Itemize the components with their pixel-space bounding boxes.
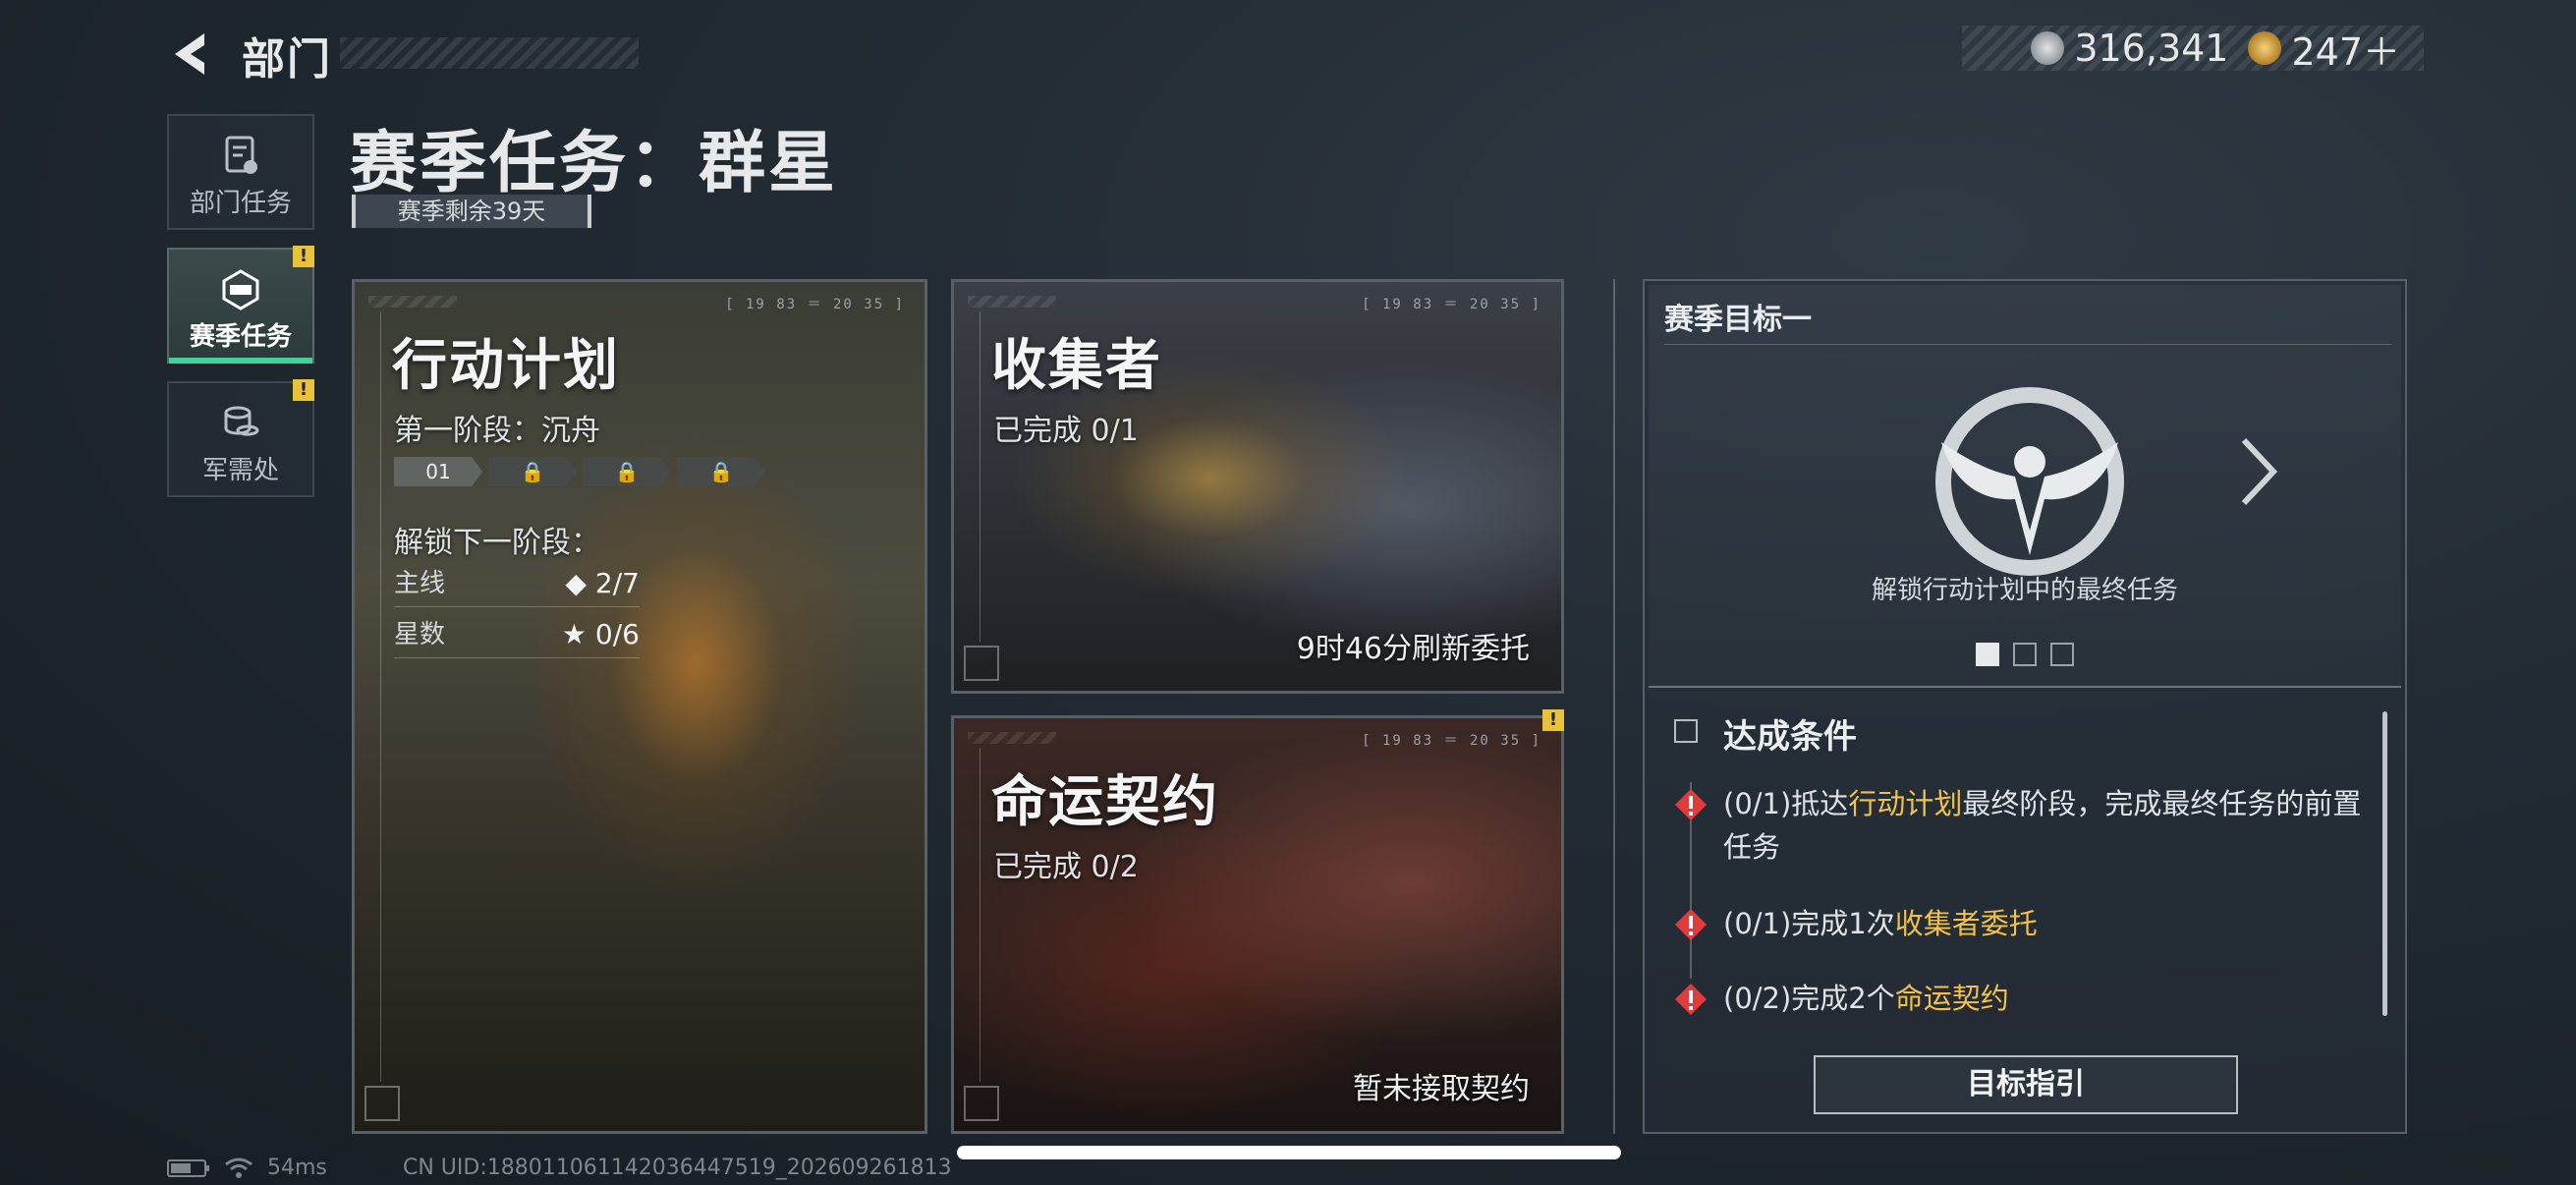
expand-corner-icon — [964, 646, 999, 681]
card-title: 行动计划 — [392, 334, 620, 398]
back-arrow-icon — [175, 33, 204, 75]
phase-label: 第一阶段：沉舟 — [394, 414, 600, 448]
page-title: 赛季任务：群星 — [350, 125, 839, 202]
gold-amount: 247＋ — [2291, 29, 2400, 74]
active-indicator — [169, 358, 312, 364]
card-decoration — [968, 732, 1056, 744]
goal-pagination — [1649, 643, 2401, 666]
expand-corner-icon — [364, 1086, 400, 1121]
condition-prefix: (0/2)完成2个 — [1723, 982, 1895, 1015]
conditions-title: 达成条件 — [1723, 717, 1857, 757]
season-remaining: 赛季剩余39天 — [352, 195, 591, 228]
stage-locked: 🔒 — [677, 457, 765, 486]
currency-bar: 316,341 247＋ — [1962, 26, 2424, 74]
lock-icon: 🔒 — [614, 460, 640, 483]
card-decoration — [968, 296, 1056, 308]
alert-badge-icon: ! — [1542, 709, 1564, 731]
condition-prefix: (0/1)抵达 — [1723, 787, 1849, 820]
conditions-scrollbar[interactable] — [2382, 711, 2387, 1016]
stage-locked: 🔒 — [488, 457, 577, 486]
action-plan-card[interactable]: [ 19 83 ＝ 20 35 ] 行动计划 第一阶段：沉舟 01 🔒 🔒 🔒 … — [352, 279, 927, 1134]
stat-value: ◆ 2/7 — [565, 567, 641, 599]
nav-department-tasks[interactable]: 部门任务 — [167, 114, 314, 230]
coins-stack-icon — [224, 406, 259, 436]
card-title: 收集者 — [991, 334, 1162, 398]
card-guide-line — [380, 311, 381, 1082]
card-title: 命运契约 — [991, 770, 1219, 834]
wifi-icon — [225, 1157, 252, 1178]
condition-highlight: 命运契约 — [1894, 982, 2009, 1015]
page-dot[interactable] — [2013, 643, 2037, 666]
card-decoration — [368, 296, 457, 308]
stat-stars: 星数 ★ 0/6 — [394, 614, 640, 658]
warning-diamond-icon — [1675, 909, 1707, 940]
condition-item: (0/1)抵达行动计划最终阶段，完成最终任务的前置任务 — [1674, 782, 2362, 869]
goal-description: 解锁行动计划中的最终任务 — [1871, 576, 2178, 605]
stat-value: ★ 0/6 — [561, 618, 640, 650]
contract-status: 暂未接取契约 — [1353, 1072, 1530, 1106]
page-dot[interactable] — [2050, 643, 2074, 666]
lock-icon: 🔒 — [708, 460, 734, 483]
refresh-timer: 9时46分刷新委托 — [1296, 632, 1530, 666]
alert-badge-icon: ! — [293, 379, 314, 401]
fate-contract-card[interactable]: [ 19 83 ＝ 20 35 ] 命运契约 已完成 0/2 暂未接取契约 — [951, 715, 1564, 1134]
warning-diamond-icon — [1675, 984, 1707, 1015]
condition-prefix: (0/1)完成1次 — [1723, 907, 1895, 940]
silver-amount: 316,341 — [2074, 27, 2229, 70]
card-code: [ 19 83 ＝ 20 35 ] — [1362, 297, 1541, 312]
gold-coin-icon — [2248, 31, 2282, 65]
stat-main-line: 主线 ◆ 2/7 — [394, 563, 640, 607]
heading-divider — [1664, 344, 2391, 345]
condition-highlight: 收集者委托 — [1894, 907, 2038, 940]
collector-card[interactable]: [ 19 83 ＝ 20 35 ] 收集者 已完成 0/1 9时46分刷新委托 — [951, 279, 1564, 694]
condition-item: (0/1)完成1次收集者委托 — [1674, 902, 2362, 945]
header-title: 部门 — [242, 34, 332, 85]
silver-currency[interactable]: 316,341 — [2031, 27, 2228, 70]
nav-label: 部门任务 — [189, 189, 292, 218]
unlock-label: 解锁下一阶段： — [394, 526, 600, 560]
home-indicator[interactable] — [957, 1146, 1621, 1159]
stat-label: 主线 — [394, 569, 446, 598]
silver-coin-icon — [2031, 31, 2065, 65]
task-document-icon — [225, 136, 257, 174]
season-goal-panel: 赛季目标一 解锁行动计划中的最终任务 达成条件 (0/1)抵达行动计划最终阶段，… — [1643, 279, 2407, 1134]
section-divider — [1613, 279, 1615, 1134]
eagle-emblem-icon — [1935, 387, 2124, 576]
stage-01: 01 — [394, 457, 482, 486]
card-code: [ 19 83 ＝ 20 35 ] — [725, 297, 905, 312]
stage-progress: 01 🔒 🔒 🔒 — [394, 457, 765, 486]
device-status: 54ms — [167, 1156, 327, 1180]
card-progress: 已完成 0/1 — [993, 414, 1139, 448]
conditions-square-icon — [1674, 719, 1698, 743]
nav-label: 军需处 — [201, 456, 279, 485]
warning-diamond-icon — [1675, 789, 1707, 820]
nav-label: 赛季任务 — [189, 322, 292, 352]
condition-item: (0/2)完成2个命运契约 — [1674, 977, 2362, 1020]
alert-badge-icon: ! — [293, 246, 314, 267]
page-dot-active[interactable] — [1976, 643, 1999, 666]
goal-guide-button[interactable]: 目标指引 — [1814, 1055, 2238, 1114]
gold-currency[interactable]: 247＋ — [2248, 22, 2400, 76]
season-task-icon — [222, 269, 259, 310]
user-uid: CN UID:18801106114203644751­9_2026092618… — [403, 1156, 952, 1180]
card-progress: 已完成 0/2 — [993, 850, 1139, 884]
next-goal-chevron-icon[interactable] — [2234, 432, 2283, 511]
goal-showcase: 赛季目标一 解锁行动计划中的最终任务 — [1649, 285, 2401, 688]
header-decoration — [340, 37, 639, 69]
battery-icon — [167, 1158, 209, 1177]
expand-corner-icon — [964, 1086, 999, 1121]
card-code: [ 19 83 ＝ 20 35 ] — [1362, 733, 1541, 749]
stat-label: 星数 — [394, 620, 446, 649]
ping-value: 54ms — [267, 1156, 327, 1180]
lock-icon: 🔒 — [520, 460, 545, 483]
goal-heading: 赛季目标一 — [1664, 303, 1812, 337]
back-button[interactable] — [165, 28, 224, 81]
condition-highlight: 行动计划 — [1848, 787, 1963, 820]
stage-locked: 🔒 — [583, 457, 671, 486]
